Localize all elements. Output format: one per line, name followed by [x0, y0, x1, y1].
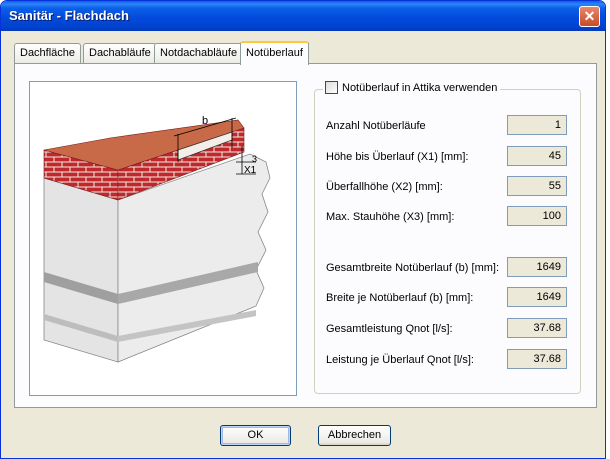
tab-label: Dachfläche: [20, 47, 76, 59]
dimension-x1-label: X1: [244, 165, 257, 176]
cancel-button[interactable]: Abbrechen: [318, 425, 391, 446]
ok-button[interactable]: OK: [220, 425, 291, 446]
tab-label: Notüberlauf: [246, 47, 303, 59]
breite-label: Breite je Notüberlauf (b) [mm]:: [326, 292, 474, 304]
gesamtleistung-label: Gesamtleistung Qnot [l/s]:: [326, 323, 453, 335]
overflow-diagram: b X1 3: [29, 81, 297, 396]
attika-checkbox[interactable]: [325, 81, 338, 94]
tab-notueberlauf[interactable]: Notüberlauf: [240, 41, 309, 65]
tab-dachflaeche[interactable]: Dachfläche: [14, 43, 82, 63]
breite-value: 1649: [507, 287, 567, 307]
dialog-window: Sanitär - Flachdach ✕ Dachfläche Dachabl…: [0, 0, 606, 459]
title-bar[interactable]: Sanitär - Flachdach ✕: [1, 1, 605, 31]
tab-label: Dachabläufe: [89, 47, 151, 59]
close-button[interactable]: ✕: [579, 6, 600, 27]
x2-field[interactable]: 55: [507, 176, 567, 196]
close-icon: ✕: [583, 8, 596, 24]
attika-option[interactable]: Notüberlauf in Attika verwenden: [323, 81, 501, 94]
parapet-illustration: b X1 3: [43, 115, 271, 363]
window-title: Sanitär - Flachdach: [9, 8, 129, 23]
leistung-label: Leistung je Überlauf Qnot [l/s]:: [326, 354, 474, 366]
x3-label: Max. Stauhöhe (X3) [mm]:: [326, 211, 455, 223]
x3-field[interactable]: 100: [507, 206, 567, 226]
anzahl-field[interactable]: 1: [507, 115, 567, 135]
tab-label: Notdachabläufe: [160, 47, 238, 59]
leistung-value: 37.68: [507, 349, 567, 369]
attika-checkbox-label: Notüberlauf in Attika verwenden: [342, 81, 498, 94]
tab-dachablaeufe[interactable]: Dachabläufe: [83, 43, 157, 63]
gesamtleistung-value: 37.68: [507, 318, 567, 338]
dimension-x3-label: 3: [252, 154, 257, 164]
anzahl-label: Anzahl Notüberläufe: [326, 120, 426, 132]
gesamtbreite-value: 1649: [507, 257, 567, 277]
gesamtbreite-label: Gesamtbreite Notüberlauf (b) [mm]:: [326, 262, 500, 274]
x1-label: Höhe bis Überlauf (X1) [mm]:: [326, 151, 469, 163]
x1-field[interactable]: 45: [507, 146, 567, 166]
background-strip: [606, 0, 610, 459]
x2-label: Überfallhöhe (X2) [mm]:: [326, 181, 443, 193]
dimension-b-label: b: [202, 115, 208, 127]
tab-notdachablaeufe[interactable]: Notdachabläufe: [154, 43, 244, 63]
